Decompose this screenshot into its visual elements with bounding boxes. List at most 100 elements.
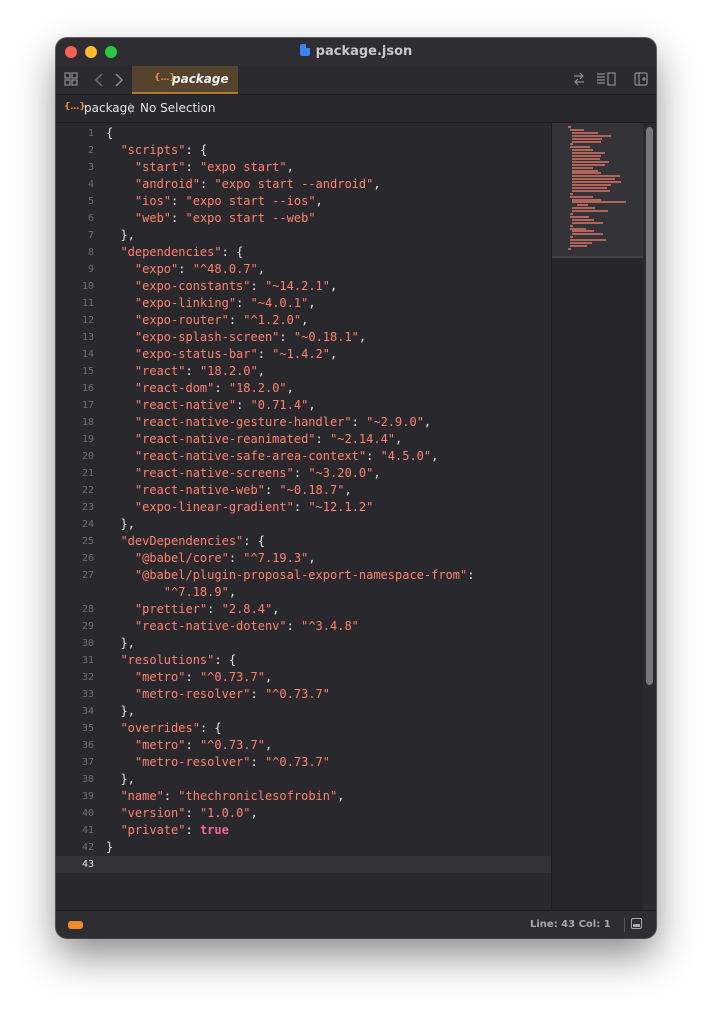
code-line[interactable]: "name": "thechroniclesofrobin", bbox=[106, 788, 344, 805]
tab-label: package bbox=[172, 72, 229, 86]
breadcrumb-selection[interactable]: No Selection bbox=[140, 101, 215, 115]
minimap-line bbox=[570, 192, 574, 195]
line-number: 18 bbox=[81, 417, 94, 428]
add-panel-icon[interactable] bbox=[634, 72, 648, 90]
code-line[interactable]: "dependencies": { bbox=[106, 244, 243, 261]
minimap-line bbox=[572, 184, 612, 186]
line-number: 16 bbox=[81, 383, 94, 394]
code-line[interactable]: "android": "expo start --android", bbox=[106, 176, 381, 193]
line-number: 33 bbox=[81, 689, 94, 700]
minimap-line bbox=[572, 137, 603, 140]
code-line[interactable]: }, bbox=[106, 227, 134, 244]
line-number: 5 bbox=[87, 196, 94, 207]
code-line[interactable]: "react-native-reanimated": "~2.14.4", bbox=[106, 431, 402, 448]
code-line[interactable]: "expo-router": "^1.2.0", bbox=[106, 312, 308, 329]
breadcrumb-file[interactable]: package bbox=[84, 101, 135, 115]
line-number: 24 bbox=[81, 519, 94, 530]
line-number: 1 bbox=[87, 128, 94, 139]
code-line[interactable]: } bbox=[106, 839, 113, 856]
code-line[interactable]: "expo": "^48.0.7", bbox=[106, 261, 265, 278]
code-line[interactable]: }, bbox=[106, 635, 134, 652]
code-line[interactable]: "devDependencies": { bbox=[106, 533, 265, 550]
code-line[interactable]: "expo-constants": "~14.2.1", bbox=[106, 278, 337, 295]
code-line[interactable]: "expo-linear-gradient": "~12.1.2" bbox=[106, 499, 373, 516]
line-number: 27 bbox=[81, 570, 94, 581]
code-editor[interactable]: 1 {2 "scripts": { 3 "start": "expo start",… bbox=[56, 123, 551, 910]
minimap-line bbox=[572, 155, 602, 157]
code-line[interactable]: "@babel/plugin-proposal-export-namespace… bbox=[106, 567, 475, 584]
minimap-line bbox=[570, 227, 587, 230]
minimap-line bbox=[576, 204, 589, 207]
toggle-debug-area-icon[interactable] bbox=[631, 918, 642, 929]
code-line[interactable]: }, bbox=[106, 516, 134, 533]
code-line[interactable]: "version": "1.0.0", bbox=[106, 805, 257, 822]
code-line[interactable]: "private": true bbox=[106, 822, 228, 839]
line-number: 2 bbox=[87, 145, 94, 156]
cursor-position[interactable]: Line: 43 Col: 1 bbox=[530, 919, 611, 930]
forward-icon[interactable] bbox=[114, 72, 124, 92]
minimap-line bbox=[572, 152, 605, 155]
minimap-line bbox=[572, 201, 627, 204]
status-bar: Line: 43 Col: 1 bbox=[56, 910, 656, 938]
minimap-line bbox=[572, 198, 602, 201]
code-line[interactable]: "web": "expo start --web" bbox=[106, 210, 316, 227]
current-line-highlight bbox=[56, 856, 551, 873]
status-indicator-icon[interactable] bbox=[68, 921, 83, 929]
code-line[interactable]: "metro": "^0.73.7", bbox=[106, 669, 272, 686]
vertical-scrollbar[interactable] bbox=[643, 123, 656, 910]
code-line[interactable]: "@babel/core": "^7.19.3", bbox=[106, 550, 316, 567]
line-number: 32 bbox=[81, 672, 94, 683]
minimap-line bbox=[572, 134, 612, 137]
code-line[interactable]: "expo-splash-screen": "~0.18.1", bbox=[106, 329, 366, 346]
swap-icon[interactable] bbox=[572, 72, 586, 90]
code-line[interactable]: "react-native-web": "~0.18.7", bbox=[106, 482, 352, 499]
minimap-line bbox=[572, 221, 604, 224]
code-line[interactable]: "metro-resolver": "^0.73.7" bbox=[106, 686, 330, 703]
code-line[interactable]: "react-native": "0.71.4", bbox=[106, 397, 316, 414]
code-line[interactable]: "ios": "expo start --ios", bbox=[106, 193, 323, 210]
line-number: 19 bbox=[81, 434, 94, 445]
code-line[interactable]: }, bbox=[106, 771, 134, 788]
minimap-line bbox=[572, 181, 621, 184]
code-line[interactable]: "start": "expo start", bbox=[106, 159, 294, 176]
code-line[interactable]: }, bbox=[106, 703, 134, 720]
code-line[interactable]: "metro-resolver": "^0.73.7" bbox=[106, 754, 330, 771]
line-number: 3 bbox=[87, 162, 94, 173]
code-line[interactable]: "expo-linking": "~4.0.1", bbox=[106, 295, 316, 312]
minimap-line bbox=[572, 140, 602, 143]
line-number: 36 bbox=[81, 740, 94, 751]
code-line[interactable]: "resolutions": { bbox=[106, 652, 236, 669]
line-number: 35 bbox=[81, 723, 94, 734]
list-icon[interactable] bbox=[596, 72, 616, 90]
line-number: 40 bbox=[81, 808, 94, 819]
code-line[interactable]: "overrides": { bbox=[106, 720, 221, 737]
line-number: 7 bbox=[87, 230, 94, 241]
line-number: 42 bbox=[81, 842, 94, 853]
line-number: 11 bbox=[81, 298, 94, 309]
scrollbar-thumb[interactable] bbox=[646, 127, 653, 685]
code-line[interactable]: "expo-status-bar": "~1.4.2", bbox=[106, 346, 337, 363]
tab-package[interactable]: {…} package bbox=[132, 66, 238, 94]
code-line[interactable]: { bbox=[106, 125, 113, 142]
code-line[interactable]: "react": "18.2.0", bbox=[106, 363, 265, 380]
code-line[interactable]: "scripts": { bbox=[106, 142, 207, 159]
minimap-line bbox=[570, 215, 589, 218]
code-line[interactable]: "react-native-gesture-handler": "~2.9.0"… bbox=[106, 414, 431, 431]
back-icon[interactable] bbox=[94, 72, 104, 92]
minimap-line bbox=[572, 160, 610, 163]
minimap-line bbox=[572, 163, 605, 166]
code-line[interactable]: "react-native-dotenv": "^3.4.8" bbox=[106, 618, 359, 635]
code-line[interactable]: "^7.18.9", bbox=[106, 584, 236, 601]
code-line[interactable]: "react-native-safe-area-context": "4.5.0… bbox=[106, 448, 438, 465]
code-line[interactable]: "react-native-screens": "~3.20.0", bbox=[106, 465, 381, 482]
line-number: 30 bbox=[81, 638, 94, 649]
code-line[interactable]: "react-dom": "18.2.0", bbox=[106, 380, 294, 397]
code-line[interactable]: "metro": "^0.73.7", bbox=[106, 737, 272, 754]
breadcrumb: {…} package 〉 No Selection bbox=[56, 95, 656, 123]
minimap[interactable] bbox=[551, 123, 643, 910]
grid-icon[interactable] bbox=[64, 72, 78, 90]
minimap-line bbox=[570, 146, 590, 149]
code-line[interactable]: "prettier": "2.8.4", bbox=[106, 601, 280, 618]
window-title: package.json bbox=[56, 44, 656, 59]
minimap-line bbox=[572, 233, 604, 236]
